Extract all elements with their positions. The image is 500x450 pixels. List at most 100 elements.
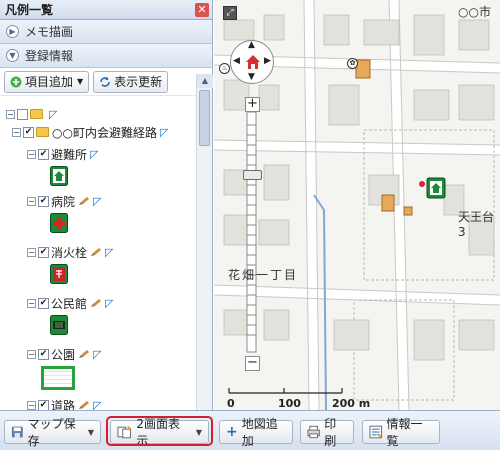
collapse-icon: ▼: [6, 49, 19, 62]
legend-tree: − ◸ − ✔ ○○町内会避難経路 ◸ − ✔ 避難所 ◸ − ✔ 病院 ◸ −…: [0, 98, 196, 410]
tree-toggle-icon[interactable]: −: [12, 127, 21, 137]
zoom-in-button[interactable]: +: [245, 97, 260, 112]
group-checkbox[interactable]: ✔: [23, 126, 34, 138]
section-registered[interactable]: ▼ 登録情報: [0, 44, 212, 68]
item-checkbox[interactable]: ✔: [38, 246, 49, 258]
edit-style-icon[interactable]: [78, 196, 90, 206]
legend-item[interactable]: − ✔ 避難所 ◸: [27, 146, 98, 162]
tree-toggle-icon[interactable]: −: [27, 298, 36, 308]
scroll-up-icon[interactable]: ▲: [197, 74, 213, 88]
edit-style-icon[interactable]: [90, 247, 102, 257]
edit-style-icon[interactable]: [78, 400, 90, 410]
zoom-to-icon[interactable]: ◸: [160, 126, 168, 139]
plus-icon: +: [226, 424, 238, 440]
zoom-out-button[interactable]: −: [245, 356, 260, 371]
legend-item[interactable]: − ✔ 消火栓 ◸: [27, 244, 113, 260]
pan-up-icon[interactable]: ▲: [248, 40, 255, 50]
tree-toggle-icon[interactable]: −: [27, 149, 36, 159]
legend-item[interactable]: − ✔ 公園 ◸: [27, 346, 101, 362]
tree-toggle-icon[interactable]: −: [27, 247, 36, 257]
place-label: 天王台3: [458, 210, 495, 239]
zoom-to-icon[interactable]: ◸: [93, 348, 101, 361]
add-item-button[interactable]: 項目追加 ▼: [4, 70, 90, 93]
scale-label: 0: [227, 397, 235, 410]
print-icon: [307, 425, 320, 439]
add-item-label: 項目追加: [25, 75, 74, 89]
tree-group-row[interactable]: − ✔ ○○町内会避難経路 ◸: [12, 124, 168, 140]
zoom-slider-thumb[interactable]: [243, 170, 262, 180]
print-button[interactable]: 印刷: [300, 417, 354, 448]
section-memo[interactable]: ▶ メモ描画: [0, 20, 212, 44]
close-icon[interactable]: ✕: [195, 3, 209, 17]
fullscreen-icon[interactable]: ⤢: [223, 6, 237, 20]
home-icon[interactable]: [245, 54, 261, 70]
pan-left-icon[interactable]: ◀: [233, 56, 240, 66]
refresh-label: 表示更新: [114, 75, 163, 89]
highlight-box: [106, 416, 213, 446]
legend-panel-titlebar: 凡例一覧 ✕: [0, 0, 212, 20]
legend-item[interactable]: − ✔ 道路 ◸: [27, 397, 101, 410]
edit-style-icon[interactable]: [78, 349, 90, 359]
folder-icon: [30, 109, 43, 119]
zoom-to-icon[interactable]: ◸: [93, 195, 101, 208]
tree-toggle-icon[interactable]: −: [27, 349, 36, 359]
info-list-label: 情報一覧: [386, 417, 423, 448]
item-checkbox[interactable]: ✔: [38, 348, 49, 360]
save-map-label: マップ保存: [27, 417, 76, 448]
legend-item-label: 病院: [51, 194, 76, 209]
panel-button-row: 項目追加 ▼ 表示更新: [0, 68, 212, 96]
legend-item[interactable]: − ✔ 病院 ◸: [27, 193, 101, 209]
section-memo-label: メモ描画: [25, 25, 74, 39]
tree-toggle-icon[interactable]: −: [27, 400, 36, 410]
pan-control[interactable]: ▲ ▼ ◀ ▶: [230, 40, 274, 84]
refresh-button[interactable]: 表示更新: [93, 70, 169, 93]
legend-item-label: 公民館: [51, 296, 88, 311]
save-map-button[interactable]: マップ保存 ▼: [4, 417, 101, 448]
item-checkbox[interactable]: ✔: [38, 399, 49, 410]
tree-root-row[interactable]: − ◸: [6, 106, 57, 122]
bottom-toolbar: マップ保存 ▼ 2画面表示 ▼ + 地図追加 印刷 情報一覧: [0, 410, 500, 450]
shelter-symbol-icon: [50, 166, 68, 186]
zoom-to-icon[interactable]: ◸: [90, 148, 98, 161]
save-icon: [11, 426, 23, 438]
chevron-down-icon: ▼: [87, 427, 94, 437]
pan-right-icon[interactable]: ▶: [264, 56, 271, 66]
legend-panel: 凡例一覧 ✕ ▶ メモ描画 ▼ 登録情報 項目追加 ▼ 表示更新 − ◸ − ✔…: [0, 0, 213, 410]
legend-item[interactable]: − ✔ 公民館 ◸: [27, 295, 113, 311]
print-label: 印刷: [324, 417, 337, 448]
zoom-to-icon[interactable]: ◸: [49, 108, 57, 121]
tree-toggle-icon[interactable]: −: [27, 196, 36, 206]
legend-item-label: 消火栓: [51, 245, 88, 260]
scale-label: 200 m: [332, 397, 371, 410]
legend-panel-title: 凡例一覧: [5, 3, 54, 17]
section-registered-label: 登録情報: [25, 49, 74, 63]
add-map-button[interactable]: + 地図追加: [219, 417, 293, 448]
group-label: ○○町内会避難経路: [52, 125, 157, 140]
add-circle-icon: [10, 76, 22, 87]
hydrant-symbol-icon: [50, 264, 68, 284]
map-view[interactable]: ▲ ▼ ◀ ▶ + − ⤢ ✿ ♨ ○○市 天王台3 花畑一丁目 0 100 2…: [214, 0, 500, 410]
item-checkbox[interactable]: ✔: [38, 195, 49, 207]
zoom-to-icon[interactable]: ◸: [105, 246, 113, 259]
legend-item-label: 道路: [51, 398, 76, 411]
item-checkbox[interactable]: ✔: [38, 148, 49, 160]
edit-style-icon[interactable]: [90, 298, 102, 308]
root-checkbox[interactable]: [17, 108, 28, 120]
hospital-symbol-icon: [50, 213, 68, 233]
info-list-button[interactable]: 情報一覧: [362, 417, 440, 448]
chevron-down-icon: ▼: [77, 77, 84, 86]
map-poi-icon: ✿: [347, 58, 358, 69]
zoom-to-icon[interactable]: ◸: [93, 399, 101, 411]
place-label: 花畑一丁目: [228, 268, 299, 282]
pan-down-icon[interactable]: ▼: [248, 72, 255, 82]
park-symbol-icon: [41, 366, 75, 390]
info-list-icon: [369, 425, 383, 439]
tree-toggle-icon[interactable]: −: [6, 109, 15, 119]
item-checkbox[interactable]: ✔: [38, 297, 49, 309]
zoom-to-icon[interactable]: ◸: [105, 297, 113, 310]
scale-label: 100: [278, 397, 301, 410]
legend-item-label: 避難所: [51, 147, 88, 162]
legend-scrollbar[interactable]: ▲: [196, 74, 213, 410]
expand-icon: ▶: [6, 25, 19, 38]
scroll-thumb[interactable]: [199, 90, 210, 146]
